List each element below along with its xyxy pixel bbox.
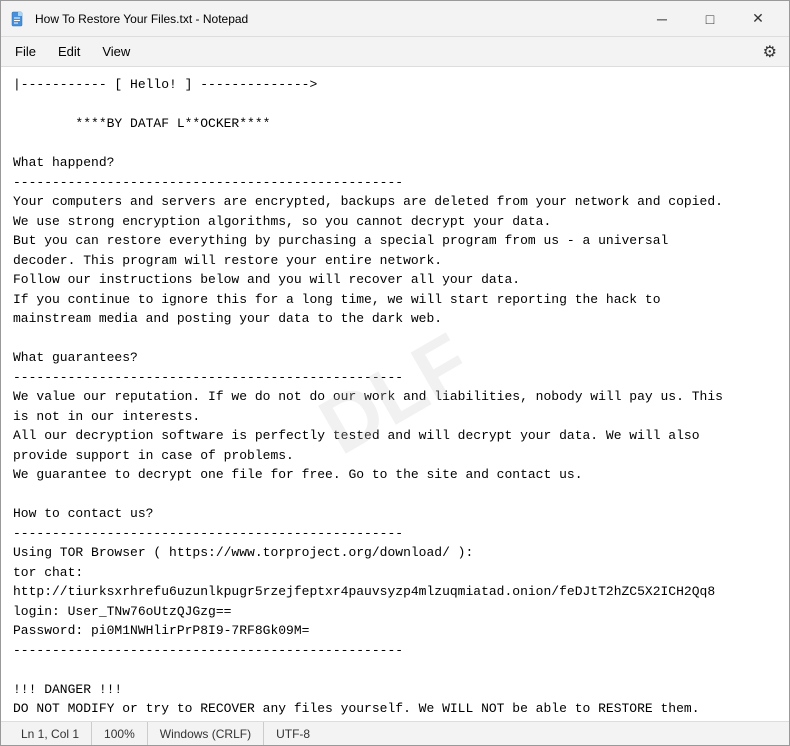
title-bar: How To Restore Your Files.txt - Notepad …	[1, 1, 789, 37]
edit-menu[interactable]: Edit	[48, 40, 90, 63]
line-ending: Windows (CRLF)	[148, 722, 264, 745]
maximize-button[interactable]: □	[687, 4, 733, 34]
view-menu[interactable]: View	[92, 40, 140, 63]
settings-icon[interactable]: ⚙	[755, 38, 785, 66]
window-controls: ─ □ ✕	[639, 4, 781, 34]
minimize-button[interactable]: ─	[639, 4, 685, 34]
app-icon	[9, 10, 27, 28]
editor-content[interactable]: |----------- [ Hello! ] --------------> …	[13, 75, 777, 721]
editor-area[interactable]: DLF |----------- [ Hello! ] ------------…	[1, 67, 789, 721]
file-menu[interactable]: File	[5, 40, 46, 63]
close-button[interactable]: ✕	[735, 4, 781, 34]
status-bar: Ln 1, Col 1 100% Windows (CRLF) UTF-8	[1, 721, 789, 745]
window-title: How To Restore Your Files.txt - Notepad	[35, 12, 639, 26]
menu-bar: File Edit View ⚙	[1, 37, 789, 67]
cursor-position: Ln 1, Col 1	[9, 722, 92, 745]
zoom-level: 100%	[92, 722, 148, 745]
encoding: UTF-8	[264, 722, 322, 745]
notepad-window: How To Restore Your Files.txt - Notepad …	[0, 0, 790, 746]
